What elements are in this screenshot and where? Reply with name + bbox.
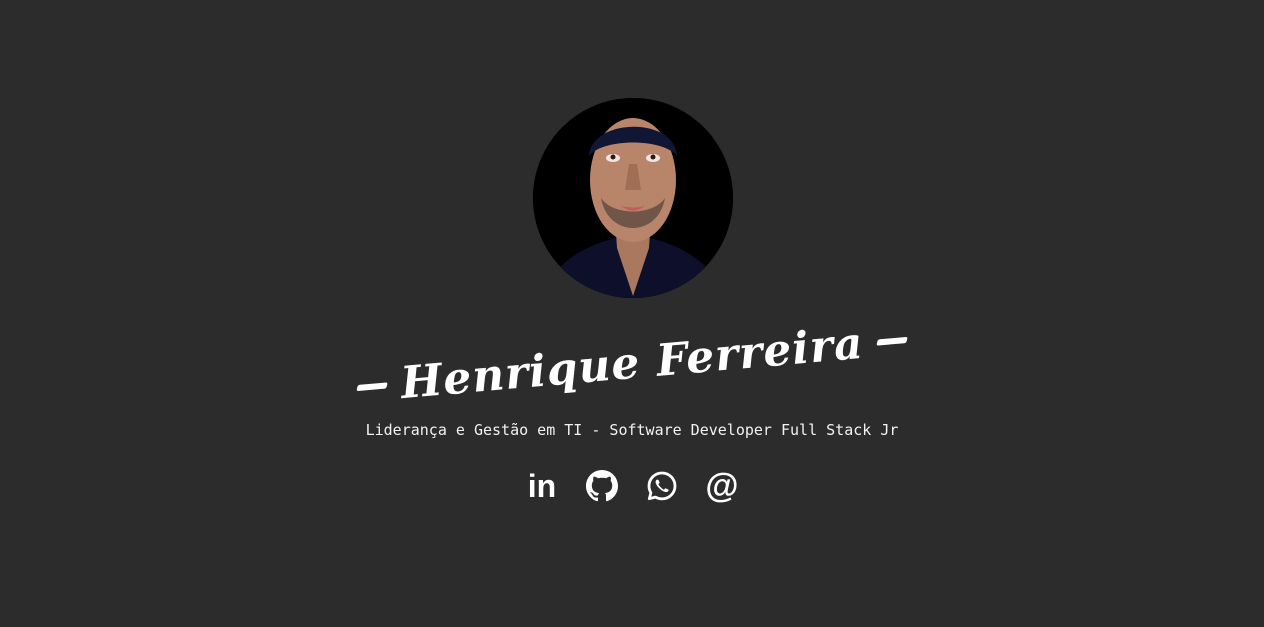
linkedin-icon: in <box>527 468 557 504</box>
right-dash-decoration <box>876 335 908 345</box>
social-links: in @ <box>0 468 1264 504</box>
linkedin-link[interactable]: in <box>526 468 558 504</box>
email-link[interactable]: @ <box>705 467 739 505</box>
avatar <box>533 98 733 298</box>
email-icon: @ <box>705 467 739 505</box>
profile-name: Henrique Ferreira <box>398 317 866 409</box>
left-dash-decoration <box>356 381 388 391</box>
profile-subtitle: Liderança e Gestão em TI - Software Deve… <box>365 421 899 439</box>
profile-card: Henrique Ferreira Liderança e Gestão em … <box>0 0 1264 627</box>
profile-photo <box>533 98 733 298</box>
whatsapp-link[interactable] <box>646 468 678 504</box>
github-link[interactable] <box>586 468 618 504</box>
whatsapp-icon <box>647 471 677 501</box>
name-heading-row: Henrique Ferreira <box>0 317 1264 409</box>
github-icon <box>586 470 618 502</box>
